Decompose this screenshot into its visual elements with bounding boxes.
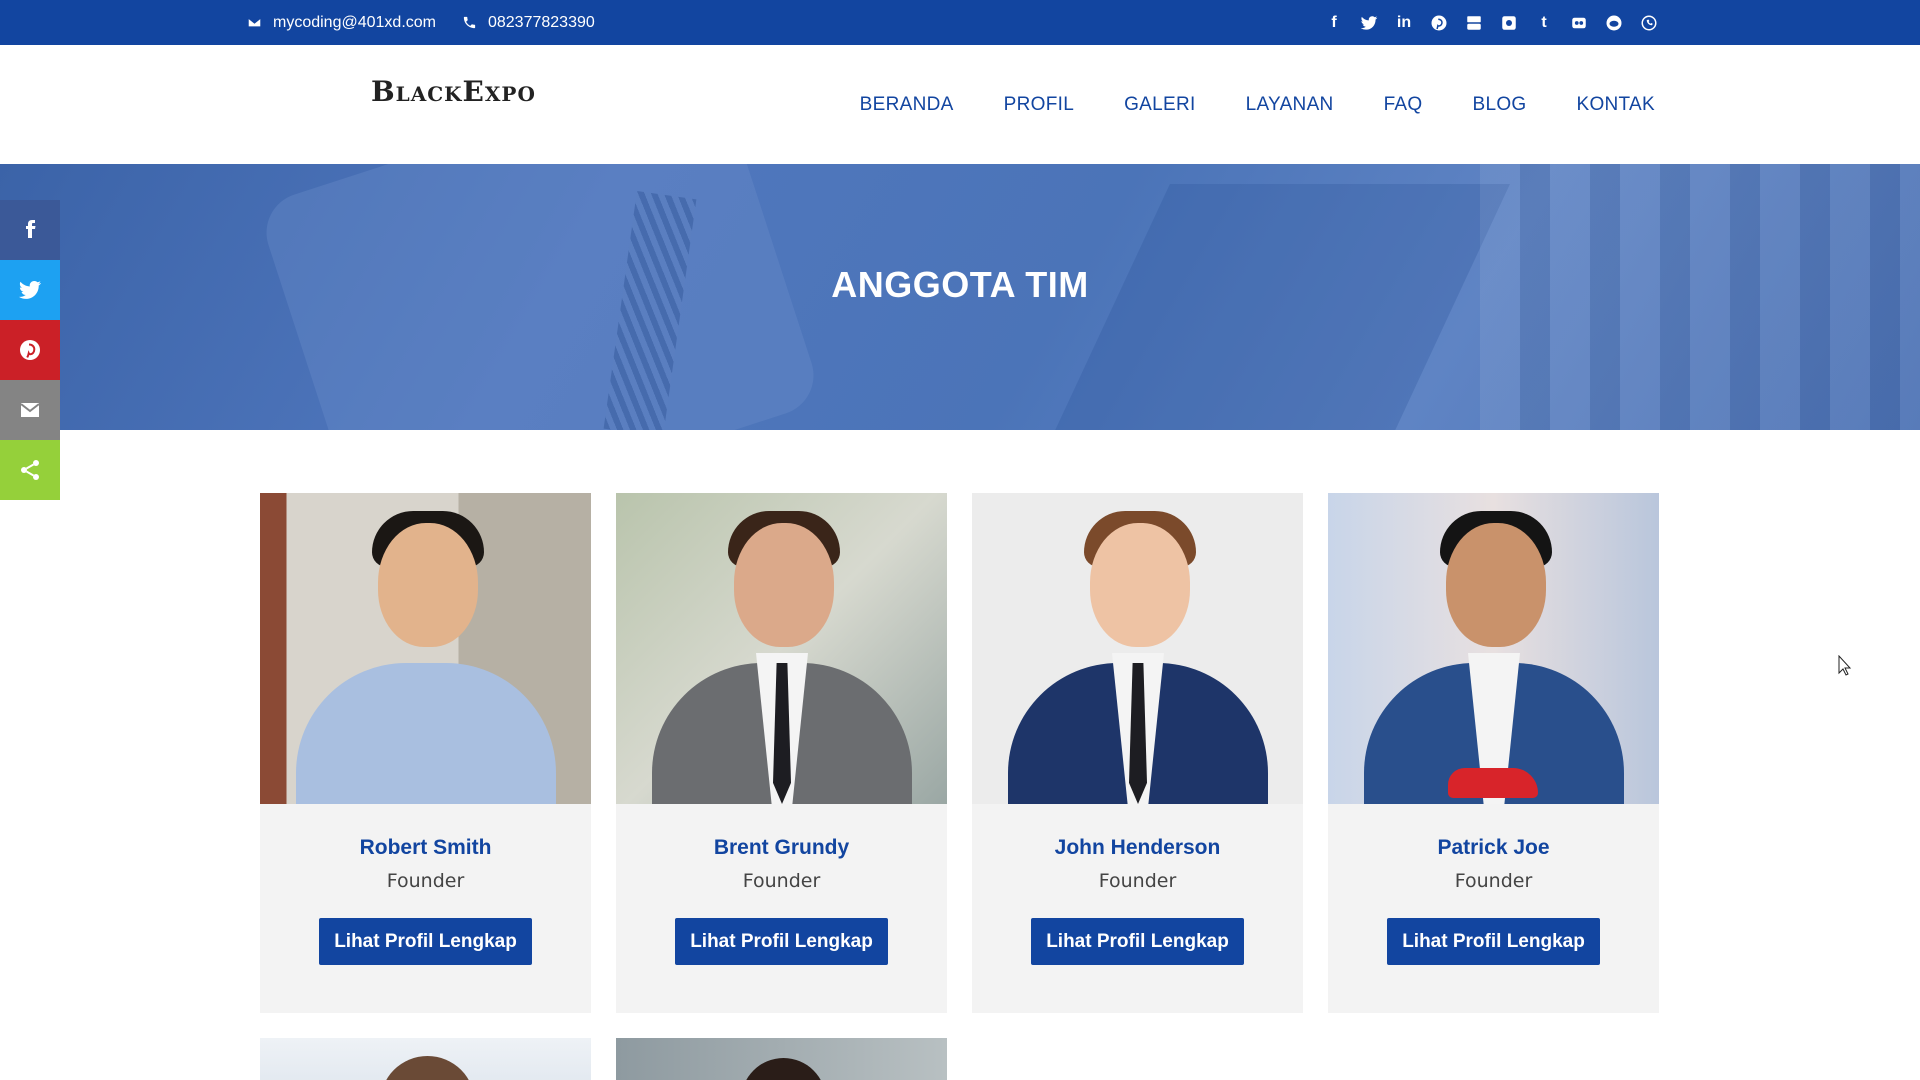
- member-name: Brent Grundy: [713, 836, 850, 859]
- page-title: ANGGOTA TIM: [831, 264, 1089, 305]
- share-facebook-button[interactable]: [0, 200, 60, 260]
- nav-blog[interactable]: BLOG: [1472, 94, 1526, 116]
- reddit-icon[interactable]: [1603, 12, 1625, 34]
- share-pinterest-button[interactable]: [0, 320, 60, 380]
- nav-kontak[interactable]: KONTAK: [1576, 94, 1655, 116]
- twitter-icon: [19, 281, 41, 299]
- mouse-cursor-icon: [1838, 655, 1852, 676]
- member-photo: [260, 1038, 591, 1080]
- instagram-icon[interactable]: [1498, 12, 1520, 34]
- member-photo: [972, 493, 1303, 804]
- banner-decoration: [1030, 184, 1510, 430]
- page-banner: ANGGOTA TIM: [0, 164, 1920, 430]
- whatsapp-icon[interactable]: [1638, 12, 1660, 34]
- phone-text: 082377823390: [487, 13, 595, 31]
- member-photo: [260, 493, 591, 804]
- team-card: [260, 1038, 591, 1080]
- team-card: [616, 1038, 947, 1080]
- view-profile-button[interactable]: Lihat Profil Lengkap: [1031, 918, 1244, 965]
- team-card: Robert Smith Founder Lihat Profil Lengka…: [260, 493, 591, 1013]
- member-name: John Henderson: [1054, 836, 1221, 859]
- nav-profil[interactable]: PROFIL: [1004, 94, 1074, 116]
- top-bar: mycoding@401xd.com 082377823390 f in t: [0, 0, 1920, 45]
- share-icon: [21, 460, 39, 480]
- nav-layanan[interactable]: LAYANAN: [1246, 94, 1334, 116]
- view-profile-button[interactable]: Lihat Profil Lengkap: [319, 918, 532, 965]
- member-role: Founder: [1454, 870, 1533, 892]
- contact-phone[interactable]: 082377823390: [462, 14, 595, 32]
- share-twitter-button[interactable]: [0, 260, 60, 320]
- social-links: f in t: [1310, 0, 1660, 45]
- site-header: BlackExpo BERANDA PROFIL GALERI LAYANAN …: [0, 45, 1920, 164]
- team-card: Brent Grundy Founder Lihat Profil Lengka…: [616, 493, 947, 1013]
- member-photo: [1328, 493, 1659, 804]
- email-icon: [20, 403, 40, 417]
- pinterest-icon: [20, 340, 40, 360]
- view-profile-button[interactable]: Lihat Profil Lengkap: [1387, 918, 1600, 965]
- contact-email[interactable]: mycoding@401xd.com: [247, 14, 436, 32]
- member-role: Founder: [742, 870, 821, 892]
- envelope-icon: [247, 17, 262, 28]
- member-photo: [616, 1038, 947, 1080]
- nav-beranda[interactable]: BERANDA: [860, 94, 954, 116]
- member-role: Founder: [1098, 870, 1177, 892]
- team-card: Patrick Joe Founder Lihat Profil Lengkap: [1328, 493, 1659, 1013]
- site-logo[interactable]: BlackExpo: [371, 75, 536, 108]
- member-role: Founder: [386, 870, 465, 892]
- contact-info: mycoding@401xd.com 082377823390: [247, 0, 621, 45]
- tumblr-icon[interactable]: t: [1533, 12, 1555, 34]
- facebook-icon[interactable]: f: [1323, 12, 1345, 34]
- youtube-icon[interactable]: [1463, 12, 1485, 34]
- view-profile-button[interactable]: Lihat Profil Lengkap: [675, 918, 888, 965]
- member-name: Patrick Joe: [1437, 836, 1550, 859]
- main-nav: BERANDA PROFIL GALERI LAYANAN FAQ BLOG K…: [810, 45, 1655, 164]
- flickr-icon[interactable]: [1568, 12, 1590, 34]
- twitter-icon[interactable]: [1358, 12, 1380, 34]
- nav-faq[interactable]: FAQ: [1384, 94, 1423, 116]
- nav-galeri[interactable]: GALERI: [1124, 94, 1196, 116]
- share-sidebar: [0, 200, 60, 500]
- facebook-icon: [26, 220, 36, 238]
- linkedin-icon[interactable]: in: [1393, 12, 1415, 34]
- member-name: Robert Smith: [359, 836, 492, 859]
- pinterest-icon[interactable]: [1428, 12, 1450, 34]
- share-more-button[interactable]: [0, 440, 60, 500]
- phone-icon: [463, 16, 476, 29]
- team-card: John Henderson Founder Lihat Profil Leng…: [972, 493, 1303, 1013]
- share-email-button[interactable]: [0, 380, 60, 440]
- member-photo: [616, 493, 947, 804]
- email-text: mycoding@401xd.com: [273, 13, 436, 31]
